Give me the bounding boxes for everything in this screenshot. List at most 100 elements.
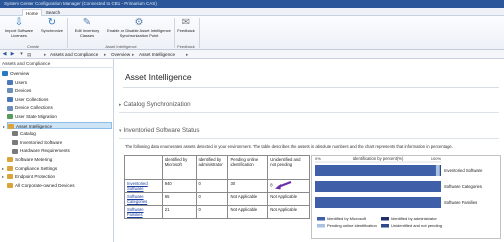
sidebar-item-all-corporate-owned-devices[interactable]: All Corporate-owned Devices [7, 182, 112, 189]
sidebar-item-inventoried-software[interactable]: Inventoried Software [12, 139, 112, 146]
chart-bar [315, 165, 436, 176]
chevron-right-icon: ▸ [132, 52, 135, 57]
sidebar-item-compliance-settings[interactable]: ▸ Compliance Settings [2, 165, 112, 172]
sidebar-item-devices[interactable]: Devices [7, 87, 112, 94]
table-header: Identified by Microsoft [161, 155, 197, 180]
sidebar-item-label: Asset Intelligence [16, 123, 53, 129]
tab-home[interactable]: Home [22, 9, 42, 16]
legend-swatch [381, 224, 389, 228]
inventoried-software-link[interactable]: Inventoried Software [127, 181, 148, 191]
chart-bar [315, 197, 441, 208]
chevron-right-icon: ▸ [44, 52, 47, 57]
x-tick-label: 0% [315, 156, 321, 161]
synchronize-button[interactable]: ↻ Synchronize [38, 17, 66, 34]
software-categories-link[interactable]: Software Categories [127, 194, 147, 204]
legend-label: Unidentified and not pending [391, 223, 442, 228]
table-header: Pending online identification [227, 155, 269, 180]
title-divider [123, 87, 499, 88]
table-row: Inventoried Software 940 0 30 8 [124, 179, 310, 193]
import-software-licenses-button[interactable]: ⇩ Import Software Licenses [1, 17, 37, 38]
software-families-link[interactable]: Software Families [127, 207, 144, 217]
dropdown-icon[interactable]: ▾ [18, 51, 25, 58]
catalog-synchronization-section[interactable]: ▸ Catalog Synchronization [119, 101, 191, 108]
sync-point-icon: ⚙ [134, 17, 144, 28]
sidebar-item-users[interactable]: Users [7, 79, 112, 86]
annotation-arrow-icon [274, 180, 292, 190]
sidebar-item-asset-intelligence[interactable]: ▸ Asset Intelligence [3, 121, 112, 129]
asset-intelligence-icon [8, 123, 14, 129]
legend-label: Pending online identification [327, 223, 377, 228]
table-header: Identified by administrator [195, 155, 229, 180]
chart-title: Identification by percent(%) [353, 156, 404, 161]
chevron-right-icon: ▸ [186, 52, 189, 57]
table-cell: Not Applicable [267, 192, 310, 206]
chart-bar [439, 165, 441, 176]
tab-search[interactable]: Search [43, 9, 63, 16]
chevron-right-icon: ▸ [104, 52, 107, 57]
group-label-feedback: Feedback [177, 44, 195, 49]
catalog-icon [12, 131, 18, 137]
back-icon[interactable]: ◀ [1, 51, 8, 58]
edit-inventory-classes-button[interactable]: ✎ Edit Inventory Classes [70, 17, 104, 38]
breadcrumb-overview[interactable]: Overview [111, 50, 130, 59]
table-header [124, 155, 163, 180]
folder-icon: ▤ [27, 52, 32, 57]
inventoried-software-status-section[interactable]: ▾ Inventoried Software Status [119, 127, 200, 134]
sidebar-item-label: Users [15, 79, 27, 85]
sidebar-item-overview[interactable]: ▸Overview [2, 70, 112, 77]
metering-icon [7, 157, 13, 163]
section-divider [119, 138, 499, 139]
identification-chart: Identification by percent(%) 0% 100% Invent… [311, 155, 501, 239]
overview-icon [2, 71, 8, 77]
table-cell: Inventoried Software [124, 179, 163, 193]
breadcrumb-assets-and-compliance[interactable]: Assets and Compliance [50, 50, 98, 59]
sidebar-item-label: Catalog [20, 131, 36, 137]
expand-icon[interactable]: ▸ [3, 123, 5, 130]
status-description: The following data enumerates assets det… [125, 144, 453, 149]
navigation-pane: Assets and Compliance ▸OverviewUsersDevi… [0, 59, 114, 242]
expand-icon[interactable]: ▸ [2, 173, 4, 180]
sidebar-item-label: Device Collections [15, 105, 53, 111]
legend-swatch [317, 224, 325, 228]
sidebar-item-label: Overview [10, 71, 30, 76]
table-cell: 940 [161, 179, 197, 193]
feedback-button[interactable]: ✉ Feedback [175, 17, 197, 34]
table-cell: 0 [195, 205, 229, 219]
enable-disable-sync-point-button[interactable]: ⚙ Enable or Disable Asset Intelligence S… [106, 17, 172, 38]
sidebar-item-endpoint-protection[interactable]: ▸ Endpoint Protection [2, 173, 112, 180]
sync-icon: ↻ [47, 17, 57, 28]
software-icon [12, 140, 18, 146]
table-cell: Not Applicable [227, 192, 269, 206]
hardware-icon [12, 148, 18, 154]
users-icon [7, 79, 13, 85]
table-cell: 30 [227, 179, 269, 193]
breadcrumb-asset-intelligence[interactable]: Asset Intelligence [139, 50, 175, 59]
sidebar-item-label: Compliance Settings [15, 165, 58, 171]
chevron-right-icon: ▸ [119, 102, 122, 108]
table-cell-value: 8 [270, 182, 273, 188]
corporate-devices-icon [7, 183, 13, 189]
sidebar-item-hardware-requirements[interactable]: Hardware Requirements [12, 147, 112, 154]
details-pane: Asset Intelligence ▸ Catalog Synchronizat… [115, 59, 504, 242]
table-row: Software Categories 65 0 Not Applicable … [124, 192, 310, 206]
import-icon: ⇩ [14, 17, 24, 28]
table-header: Unidentified and not pending [267, 155, 310, 180]
sidebar-item-software-metering[interactable]: Software Metering [7, 156, 112, 163]
page-title: Asset Intelligence [125, 72, 192, 82]
table-cell: 21 [161, 205, 197, 219]
sidebar-item-user-state-migration[interactable]: User State Migration [7, 113, 112, 120]
sidebar-item-device-collections[interactable]: Device Collections [7, 104, 112, 111]
edit-inventory-icon: ✎ [82, 17, 92, 28]
legend-label: Identified by Microsoft [327, 216, 367, 221]
migration-icon [7, 114, 13, 120]
sidebar-item-label: User Collections [15, 96, 49, 102]
table-cell: 8 [267, 179, 310, 193]
devices-icon [7, 88, 13, 94]
sidebar-item-user-collections[interactable]: User Collections [7, 96, 112, 103]
legend-label: Identified by administrator [391, 216, 437, 221]
forward-icon[interactable]: ▶ [9, 51, 16, 58]
sidebar-item-catalog[interactable]: Catalog [12, 130, 112, 137]
table-header-row: Identified by Microsoft Identified by ad… [124, 155, 310, 180]
table-cell: 65 [161, 192, 197, 206]
expand-icon[interactable]: ▸ [2, 165, 4, 172]
